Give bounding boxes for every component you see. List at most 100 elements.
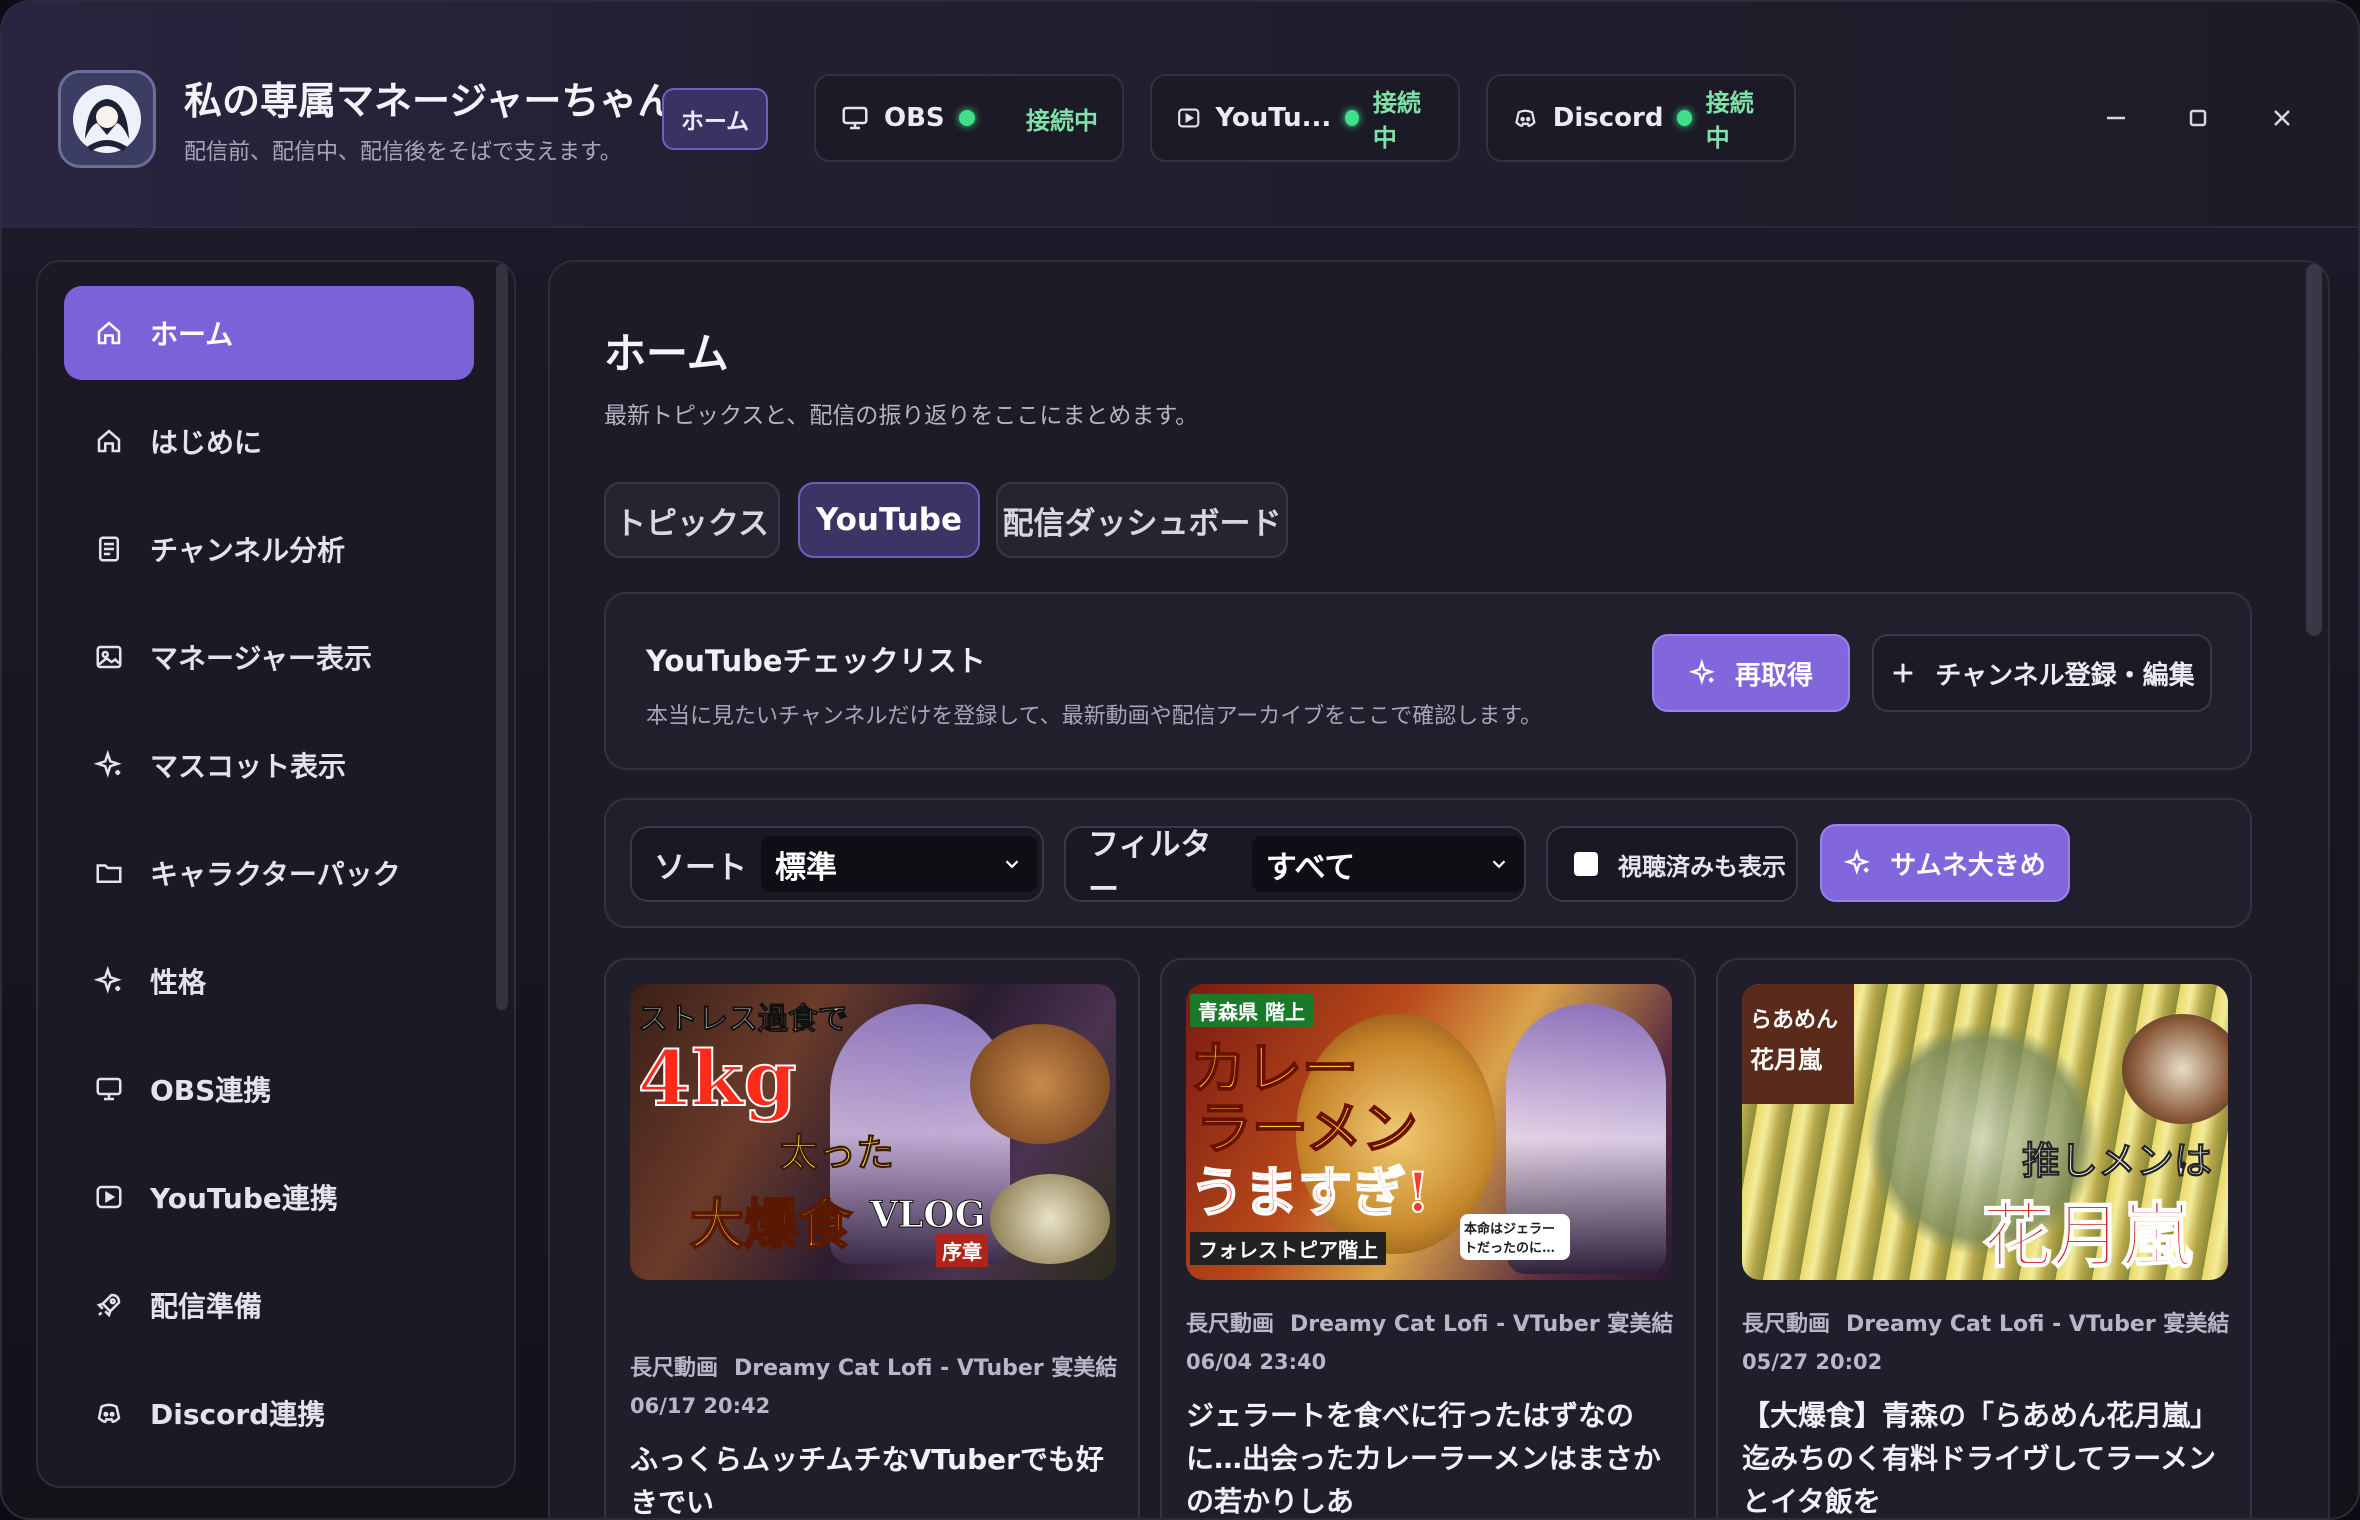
maximize-icon <box>2189 109 2207 127</box>
sidebar-item-obs[interactable]: OBS連携 <box>64 1042 474 1136</box>
home-icon <box>97 321 121 345</box>
video-channel: Dreamy Cat Lofi - VTuber 宴美結 <box>1290 1312 1674 1337</box>
folder-icon <box>96 864 122 883</box>
home-chip-button[interactable]: ホーム <box>662 88 768 150</box>
main-scrollbar[interactable] <box>2306 264 2322 636</box>
sidebar-item-label: キャラクターパック <box>150 858 401 891</box>
youtube-checklist-card: YouTubeチェックリスト 本当に見たいチャンネルだけを登録して、最新動画や配… <box>604 592 2252 770</box>
thumbnail-caption: 4kg <box>637 1033 798 1124</box>
rocket-icon <box>96 1293 121 1318</box>
app-subtitle: 配信前、配信中、配信後をそばで支えます。 <box>184 140 622 165</box>
app-logo <box>58 70 156 168</box>
status-obs[interactable]: OBS 接続中 <box>814 74 1124 162</box>
sidebar-item-label: YouTube連携 <box>150 1182 338 1215</box>
document-icon <box>99 536 119 562</box>
discord-icon <box>1515 109 1536 127</box>
checklist-description: 本当に見たいチャンネルだけを登録して、最新動画や配信アーカイブをここで確認します… <box>646 704 1543 729</box>
video-card[interactable]: 青森県 階上 カレー ラーメン うますぎ! フォレストピア階上 本命はジェラート… <box>1160 958 1696 1518</box>
thumbnail-caption: 青森県 階上 <box>1190 994 1313 1027</box>
sidebar-item-personality[interactable]: 性格 <box>64 934 474 1028</box>
sidebar-item-label: ホーム <box>150 318 234 351</box>
sidebar-item-stream-prep[interactable]: 配信準備 <box>64 1258 474 1352</box>
video-meta: 長尺動画 Dreamy Cat Lofi - VTuber 宴美結 <box>1186 1306 1673 1338</box>
monitor-icon <box>96 1077 122 1101</box>
sidebar-scrollbar[interactable] <box>496 264 508 1010</box>
discord-icon <box>97 1403 121 1424</box>
thumbnail-caption: 花月嵐 <box>1750 1045 1822 1074</box>
status-obs-state: 接続中 <box>1026 106 1098 135</box>
sparkle-icon <box>94 750 122 778</box>
large-thumbnail-button[interactable]: サムネ大きめ <box>1820 824 2070 902</box>
sort-select[interactable]: 標準 <box>761 836 1037 892</box>
food-plate <box>970 1024 1110 1144</box>
video-thumbnail[interactable]: 青森県 階上 カレー ラーメン うますぎ! フォレストピア階上 本命はジェラート… <box>1186 984 1672 1280</box>
maximize-button[interactable] <box>2178 98 2218 138</box>
monitor-icon <box>842 106 868 130</box>
sidebar-item-label: マネージャー表示 <box>150 642 373 675</box>
filter-select[interactable]: すべて <box>1251 836 1524 892</box>
sidebar-item-label: マスコット表示 <box>150 750 347 783</box>
refresh-button-label: 再取得 <box>1734 660 1813 691</box>
sparkle-icon <box>1688 659 1715 685</box>
status-youtube-dot <box>1345 110 1359 126</box>
video-thumbnail[interactable]: ストレス過食で 4kg 太った 大爆食 VLOG 序章 <box>630 984 1116 1280</box>
video-type: 長尺動画 <box>1742 1312 1831 1337</box>
sidebar-item-youtube[interactable]: YouTube連携 <box>64 1150 474 1244</box>
show-watched-toggle[interactable]: 視聴済みも表示 <box>1546 826 1798 902</box>
thumbnail-caption: 花月嵐 <box>1981 1193 2193 1278</box>
thumbnail-caption: 大爆食 <box>689 1191 853 1257</box>
chevron-down-icon <box>1492 860 1506 869</box>
thumbnail-caption: 本命はジェラートだったのに… <box>1460 1214 1570 1260</box>
chevron-down-icon <box>1005 860 1019 869</box>
sidebar: ホーム はじめに チャンネル分析 マネージャー表示 マスコット表示 キャラクター… <box>36 260 516 1488</box>
page-description: 最新トピックスと、配信の振り返りをここにまとめます。 <box>604 403 1199 429</box>
sparkle-icon <box>1844 849 1871 875</box>
sidebar-item-discord[interactable]: Discord連携 <box>64 1366 474 1460</box>
video-title[interactable]: ふっくらムッチムチなVTuberでも好きでい <box>630 1438 1120 1518</box>
sidebar-item-manager-display[interactable]: マネージャー表示 <box>64 610 474 704</box>
minimize-button[interactable] <box>2096 98 2136 138</box>
play-icon <box>96 1185 122 1209</box>
food-plate <box>990 1174 1110 1264</box>
sidebar-item-label: Discord連携 <box>150 1398 326 1431</box>
tab-stream-dashboard[interactable]: 配信ダッシュボード <box>996 482 1288 558</box>
thumbnail-caption: ストレス過食で <box>638 1002 849 1038</box>
video-card[interactable]: ストレス過食で 4kg 太った 大爆食 VLOG 序章 長尺動画 Dreamy C… <box>604 958 1140 1518</box>
video-title[interactable]: 【大爆食】青森の「らあめん花月嵐」迄みちのく有料ドライヴしてラーメンとイタ飯を <box>1742 1394 2232 1518</box>
status-discord-dot <box>1677 110 1692 126</box>
sidebar-item-channel-analysis[interactable]: チャンネル分析 <box>64 502 474 596</box>
video-meta: 長尺動画 Dreamy Cat Lofi - VTuber 宴美結 <box>630 1350 1117 1382</box>
sort-group: ソート 標準 <box>630 826 1044 902</box>
close-button[interactable] <box>2262 98 2302 138</box>
channel-edit-button-label: チャンネル登録・編集 <box>1935 660 2195 691</box>
image-icon <box>96 645 122 669</box>
video-thumbnail[interactable]: らあめん 花月嵐 推しメンは 花月嵐 <box>1742 984 2228 1280</box>
tab-youtube[interactable]: YouTube <box>798 482 980 558</box>
video-card[interactable]: らあめん 花月嵐 推しメンは 花月嵐 長尺動画 Dreamy Cat Lofi -… <box>1716 958 2252 1518</box>
close-icon <box>2274 110 2290 126</box>
refresh-button[interactable]: 再取得 <box>1652 634 1850 712</box>
channel-edit-button[interactable]: チャンネル登録・編集 <box>1872 634 2212 712</box>
plus-icon <box>1894 663 1913 683</box>
sidebar-item-home[interactable]: ホーム <box>64 286 474 380</box>
page-title: ホーム <box>604 329 729 378</box>
status-discord[interactable]: Discord 接続中 <box>1486 74 1796 162</box>
app-title: 私の専属マネージャーちゃん <box>184 79 676 123</box>
sidebar-item-label: はじめに <box>150 426 263 459</box>
checklist-title: YouTubeチェックリスト <box>646 644 986 678</box>
sidebar-item-getting-started[interactable]: はじめに <box>64 394 474 488</box>
sidebar-item-mascot-display[interactable]: マスコット表示 <box>64 718 474 812</box>
video-title[interactable]: ジェラートを食べに行ったはずなのに…出会ったカレーラーメンはまさかの若かりしあ <box>1186 1394 1676 1518</box>
sort-label: ソート <box>654 849 747 886</box>
thumbnail-caption: 序章 <box>936 1234 988 1267</box>
status-youtube[interactable]: YouTu... 接続中 <box>1150 74 1460 162</box>
sidebar-item-character-pack[interactable]: キャラクターパック <box>64 826 474 920</box>
app-window: 私の専属マネージャーちゃん 配信前、配信中、配信後をそばで支えます。 ホーム O… <box>0 0 2360 1520</box>
filter-group: フィルター すべて <box>1064 826 1526 908</box>
video-date: 06/04 23:40 <box>1186 1350 1327 1374</box>
show-watched-checkbox[interactable] <box>1574 852 1598 876</box>
home-outline-icon <box>97 429 121 453</box>
thumbnail-caption: VLOG <box>869 1194 986 1237</box>
tab-topics[interactable]: トピックス <box>604 482 780 558</box>
main-panel: ホーム 最新トピックスと、配信の振り返りをここにまとめます。 トピックス You… <box>548 260 2330 1518</box>
